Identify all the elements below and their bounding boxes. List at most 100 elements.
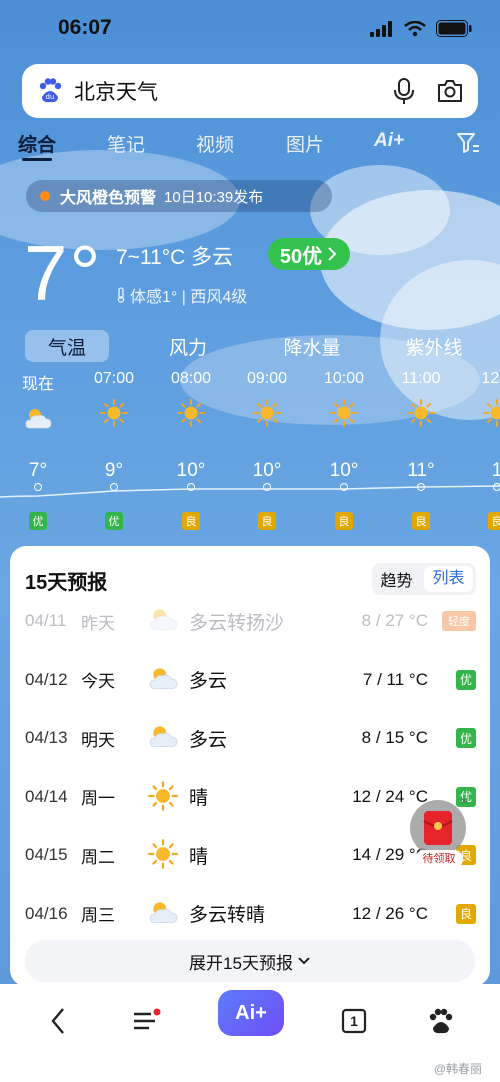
sun-icon [483,399,500,427]
forecast-day: 昨天 [81,613,115,633]
forecast-day: 明天 [81,730,115,750]
forecast-date: 04/16 [25,903,68,923]
aqi-value: 50优 [279,245,323,268]
forecast-title: 15天预报 [25,572,108,594]
subtab-temperature[interactable]: 气温 [25,330,109,362]
forecast-icon [147,663,179,700]
forecast-range: 12 / 26 °C [352,903,428,923]
sun-icon [407,399,435,427]
tab-notes[interactable]: 笔记 [107,130,145,157]
forecast-aqi: 轻度 [442,611,476,631]
hour-aqi: 良 [488,512,500,530]
menu-button[interactable] [116,994,176,1048]
hour-time: 11:00 [401,370,441,387]
forecast-icon [147,897,179,934]
hour-time: 07:00 [93,370,135,387]
search-box[interactable]: du 北京天气 [22,64,478,118]
bottom-nav: Ai+ 1 @韩春丽 [0,984,500,1082]
red-packet-label: 待领取 [415,850,463,868]
tab-ai[interactable]: Ai+ [374,130,404,152]
tab-all[interactable]: 综合 [18,130,56,157]
hour-temp: 10° [252,460,282,481]
toggle-trend[interactable]: 趋势 [372,567,421,591]
forecast-icon [147,604,179,641]
hour-time: 现在 [21,376,54,393]
sun-icon [177,399,205,427]
hour-icon [156,398,226,428]
toggle-list[interactable]: 列表 [424,566,473,592]
close-icon[interactable]: × [456,794,472,810]
profile-button[interactable] [411,994,471,1048]
hour-icon [232,398,302,428]
tabs-button[interactable]: 1 [324,994,384,1048]
red-packet-float[interactable]: 待领取 × [410,794,468,870]
hour-column: 07:00 9° 优 [79,370,149,530]
svg-text:du: du [46,93,55,101]
thermometer-icon [117,287,125,303]
hour-aqi: 优 [105,512,123,530]
hour-aqi: 良 [258,512,276,530]
filter-icon[interactable] [456,132,480,154]
watermark: @韩春丽 [433,1062,482,1076]
microphone-icon[interactable] [392,77,416,105]
forecast-date: 04/15 [25,845,68,864]
forecast-card: 15天预报 趋势 列表 04/11 昨天 多云转扬沙 8 / 27 °C 轻度 … [10,546,490,986]
subtab-precipitation[interactable]: 降水量 [270,330,354,362]
red-envelope-icon [423,811,453,845]
hour-column: 12:0 1 良 [462,370,500,530]
hour-time: 09:00 [246,370,288,387]
feels-like-text: 体感1° | 西风4级 [130,289,248,306]
hour-aqi: 良 [335,512,353,530]
hour-temp: 11° [407,460,435,481]
forecast-row[interactable]: 04/13 明天 多云 8 / 15 °C 优 [10,709,490,767]
forecast-aqi: 优 [456,728,476,748]
hour-column: 08:00 10° 良 [156,370,226,530]
sun-icon [148,839,178,869]
forecast-condition: 多云 [189,729,228,751]
forecast-day: 周二 [81,847,115,867]
chevron-down-icon [298,957,310,965]
current-temperature: 7° [24,229,103,317]
subtab-wind[interactable]: 风力 [150,330,226,362]
hour-temp: 9° [104,460,124,481]
hour-temp: 10° [329,460,359,481]
forecast-icon [147,780,179,817]
hour-time: 08:00 [170,370,212,387]
hour-temp: 1 [491,460,500,481]
tab-videos[interactable]: 视频 [196,130,234,157]
forecast-day: 周三 [81,906,115,925]
chevron-right-icon [328,247,337,261]
hour-temp: 10° [176,460,206,481]
cloudy-icon [25,409,52,429]
temperature-curve [0,485,500,498]
hour-icon [79,398,149,428]
tab-images[interactable]: 图片 [286,130,324,157]
forecast-row[interactable]: 04/11 昨天 多云转扬沙 8 / 27 °C 轻度 [10,592,490,650]
weather-warning[interactable]: 大风橙色预警 10日10:39发布 [26,180,332,212]
sun-icon [330,399,358,427]
hour-time: 10:00 [323,370,365,387]
forecast-condition: 晴 [189,846,209,868]
sun-icon [148,780,178,811]
aqi-badge[interactable]: 50优 [268,238,350,270]
sun-icon [253,399,281,427]
forecast-row[interactable]: 04/16 周三 多云转晴 12 / 26 °C 良 [10,885,490,943]
cloudy-icon [149,667,178,689]
ai-button[interactable]: Ai+ [218,990,284,1036]
temp-range-condition: 7~11°C 多云 [116,246,234,269]
subtab-uv[interactable]: 紫外线 [394,330,474,362]
wifi-icon [404,20,426,36]
camera-icon[interactable] [436,78,464,104]
view-toggle: 趋势 列表 [372,563,476,595]
expand-forecast-button[interactable]: 展开15天预报 [25,940,475,982]
expand-label: 展开15天预报 [189,953,293,973]
forecast-condition: 多云 [189,671,228,692]
search-input[interactable]: 北京天气 [74,76,392,106]
hour-column: 11:00 11° 良 [386,370,456,530]
back-button[interactable] [28,994,88,1048]
hour-aqi: 良 [412,512,430,530]
forecast-row[interactable]: 04/12 今天 多云 7 / 11 °C 优 [10,651,490,709]
hour-column: 现在 7° 优 [3,370,73,530]
status-bar: 06:07 [0,0,500,58]
search-tabs: 综合 笔记 视频 图片 Ai+ [0,126,500,162]
